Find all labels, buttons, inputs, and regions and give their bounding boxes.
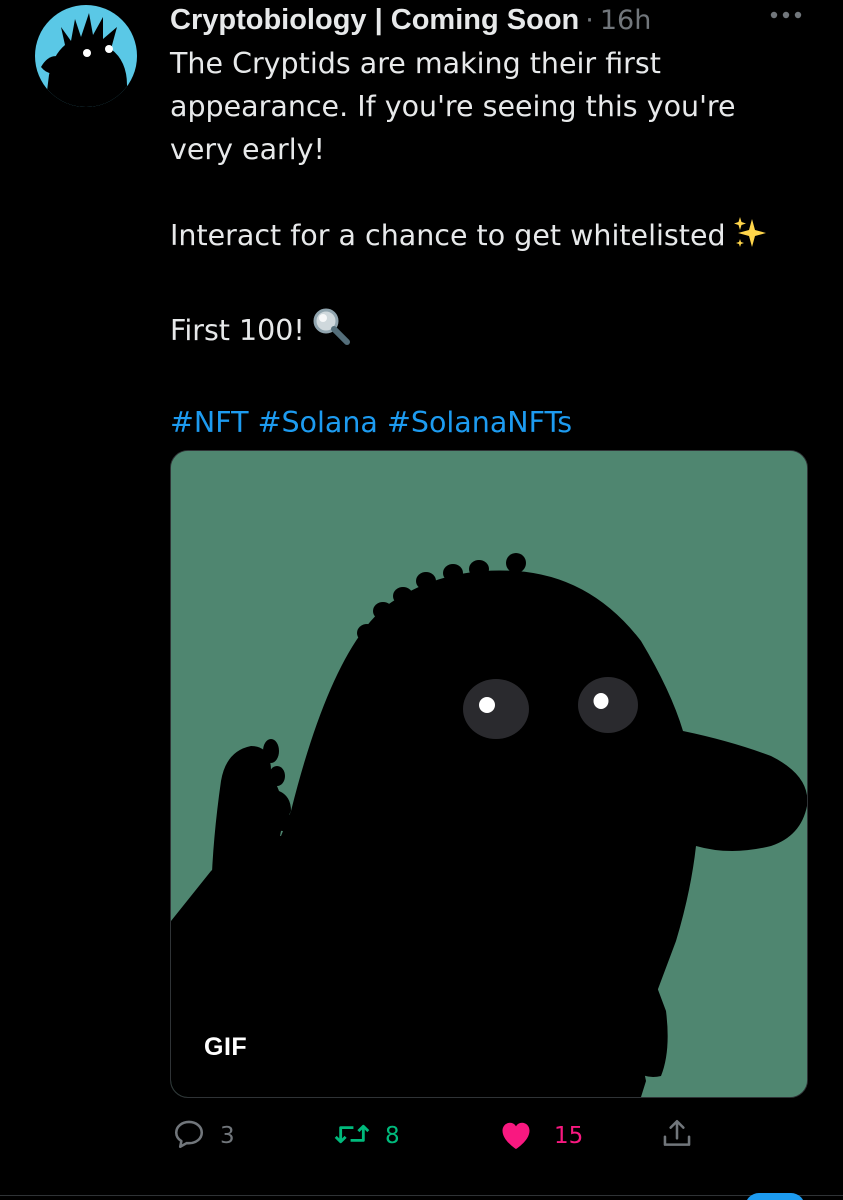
tweet-header: Cryptobiology | Coming Soon · 16h	[170, 0, 651, 40]
retweet-icon	[333, 1117, 371, 1155]
hashtag-link[interactable]: #NFT	[170, 406, 249, 439]
tweet-line: The Cryptids are making their first	[170, 47, 661, 80]
hashtag-link[interactable]: #SolanaNFTs	[387, 406, 572, 439]
share-button[interactable]	[660, 1112, 694, 1160]
author-avatar[interactable]	[35, 5, 137, 107]
hashtag-link[interactable]: #Solana	[258, 406, 378, 439]
gif-badge: GIF	[204, 1033, 248, 1061]
divider	[0, 1195, 843, 1196]
author-name[interactable]: Cryptobiology | Coming Soon	[170, 4, 579, 37]
gif-media[interactable]	[170, 450, 808, 1098]
tweet-line-first: First 100!	[170, 306, 810, 358]
retweet-button[interactable]: 8	[333, 1112, 400, 1160]
header-separator: ·	[585, 4, 594, 36]
tweet-timestamp[interactable]: 16h	[600, 5, 651, 36]
tweet-text: The Cryptids are making their first appe…	[170, 42, 810, 444]
reply-icon	[172, 1117, 206, 1155]
reply-count: 3	[220, 1123, 235, 1149]
like-button[interactable]: 15	[498, 1112, 583, 1160]
retweet-count: 8	[385, 1123, 400, 1149]
heart-icon	[498, 1117, 534, 1155]
like-count: 15	[554, 1123, 584, 1149]
tweet-line: very early!	[170, 133, 325, 166]
first-100-text: First 100!	[170, 314, 305, 347]
reply-button[interactable]: 3	[172, 1112, 235, 1160]
hashtags: #NFT #Solana #SolanaNFTs	[170, 401, 810, 444]
tweet-line-whitelist: Interact for a chance to get whitelisted	[170, 214, 810, 263]
compose-fab-edge[interactable]	[745, 1193, 805, 1200]
magnifying-glass-icon	[311, 306, 351, 358]
tweet-line: appearance. If you're seeing this you're	[170, 90, 736, 123]
sparkles-icon	[732, 215, 768, 263]
whitelist-text: Interact for a chance to get whitelisted	[170, 219, 726, 252]
tweet-action-bar: 3 8 15	[0, 1112, 843, 1160]
share-icon	[660, 1116, 694, 1156]
more-dots-icon[interactable]	[768, 3, 808, 27]
